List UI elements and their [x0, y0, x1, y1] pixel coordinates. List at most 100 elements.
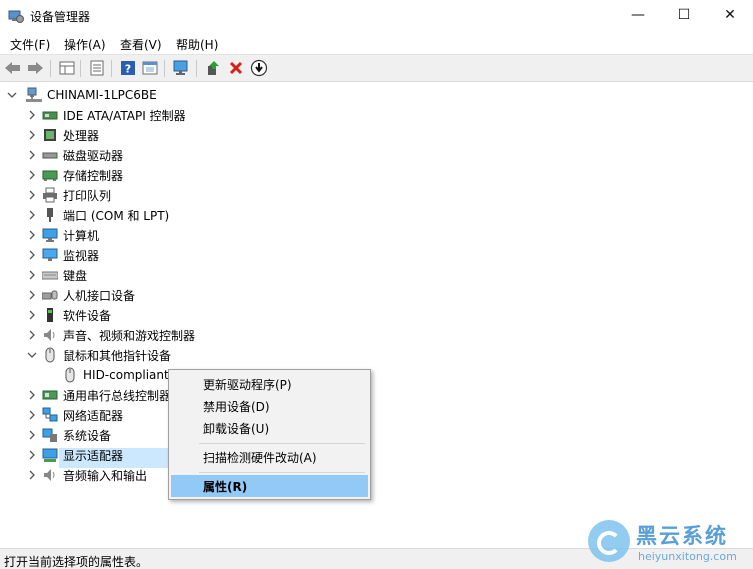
ide-controller-icon — [42, 107, 58, 123]
computer-name: CHINAMI-1LPC6BE — [47, 88, 157, 102]
tree-item-label: HID-compliant — [83, 368, 169, 382]
title-bar: 设备管理器 — ☐ ✕ — [0, 0, 753, 32]
menu-file[interactable]: 文件(F) — [10, 36, 50, 53]
storage-controller-icon — [42, 167, 58, 183]
tree-item-audio-io[interactable]: 音频输入和输出 — [26, 465, 147, 485]
tree-item-keyboard[interactable]: 键盘 — [26, 265, 87, 285]
context-menu: 更新驱动程序(P) 禁用设备(D) 卸载设备(U) 扫描检测硬件改动(A) 属性… — [168, 369, 371, 500]
tree-item-sound[interactable]: 声音、视频和游戏控制器 — [26, 325, 195, 345]
expand-chevron-icon[interactable] — [26, 265, 38, 285]
menu-item-update-driver[interactable]: 更新驱动程序(P) — [171, 373, 368, 395]
tree-item-label: 网络适配器 — [63, 408, 124, 423]
expand-chevron-icon[interactable] — [26, 445, 38, 465]
toolbar: ? — [0, 54, 753, 82]
tree-item-label: IDE ATA/ATAPI 控制器 — [63, 108, 186, 123]
menu-item-scan-hardware[interactable]: 扫描检测硬件改动(A) — [171, 446, 368, 468]
computer-network-icon — [26, 87, 42, 103]
expand-chevron-icon[interactable] — [26, 405, 38, 425]
expand-chevron-icon[interactable] — [26, 165, 38, 185]
collapse-chevron-icon[interactable] — [6, 85, 18, 105]
collapse-chevron-icon[interactable] — [26, 345, 38, 365]
tree-item-ports[interactable]: 端口 (COM 和 LPT) — [26, 205, 169, 225]
expand-chevron-icon[interactable] — [26, 285, 38, 305]
expand-chevron-icon[interactable] — [26, 205, 38, 225]
computer-icon — [42, 227, 58, 243]
watermark-logo-icon — [588, 520, 630, 562]
watermark: 黑云系统 heiyunxitong.com — [588, 518, 748, 568]
mouse-icon — [42, 347, 58, 363]
menu-view[interactable]: 查看(V) — [120, 36, 162, 53]
tree-item-processor[interactable]: 处理器 — [26, 125, 99, 145]
tree-item-usb[interactable]: 通用串行总线控制器 — [26, 385, 171, 405]
hid-icon — [42, 287, 58, 303]
tree-item-label: 监视器 — [63, 248, 100, 263]
device-tree: CHINAMI-1LPC6BE IDE ATA/ATAPI 控制器 处理器 磁盘… — [0, 83, 753, 548]
expand-chevron-icon[interactable] — [26, 225, 38, 245]
audio-io-icon — [42, 467, 58, 483]
sound-icon — [42, 327, 58, 343]
tree-item-label: 人机接口设备 — [63, 288, 136, 303]
expand-chevron-icon[interactable] — [26, 385, 38, 405]
uninstall-x-icon[interactable] — [227, 59, 245, 77]
tree-item-system-device[interactable]: 系统设备 — [26, 425, 111, 445]
processor-icon — [42, 127, 58, 143]
tree-item-label: 键盘 — [63, 268, 88, 283]
printer-icon — [42, 187, 58, 203]
network-icon — [42, 407, 58, 423]
expand-chevron-icon[interactable] — [26, 185, 38, 205]
menu-action[interactable]: 操作(A) — [64, 36, 106, 53]
help-icon[interactable]: ? — [119, 59, 137, 77]
tree-item-label: 通用串行总线控制器 — [63, 388, 172, 403]
mouse-icon — [62, 367, 78, 383]
view-list-icon[interactable] — [88, 59, 106, 77]
close-button[interactable]: ✕ — [707, 0, 753, 30]
back-arrow-icon[interactable] — [4, 59, 22, 77]
menu-help[interactable]: 帮助(H) — [176, 36, 218, 53]
tree-item-mouse[interactable]: 鼠标和其他指针设备 — [26, 345, 171, 365]
usb-icon — [42, 387, 58, 403]
minimize-button[interactable]: — — [615, 0, 661, 30]
tree-item-label: 打印队列 — [63, 188, 112, 203]
expand-chevron-icon[interactable] — [26, 305, 38, 325]
tree-item-label: 计算机 — [63, 228, 100, 243]
tree-item-software-device[interactable]: 软件设备 — [26, 305, 111, 325]
display-adapter-icon — [42, 447, 58, 463]
tree-item-print-queue[interactable]: 打印队列 — [26, 185, 111, 205]
menu-item-disable-device[interactable]: 禁用设备(D) — [171, 395, 368, 417]
tree-item-disk[interactable]: 磁盘驱动器 — [26, 145, 123, 165]
status-text: 打开当前选择项的属性表。 — [4, 555, 149, 569]
expand-chevron-icon[interactable] — [26, 145, 38, 165]
tree-item-ide[interactable]: IDE ATA/ATAPI 控制器 — [26, 105, 186, 125]
expand-chevron-icon[interactable] — [26, 125, 38, 145]
svg-text:?: ? — [125, 63, 131, 76]
menu-separator — [199, 443, 365, 444]
watermark-url: heiyunxitong.com — [638, 550, 737, 563]
expand-chevron-icon[interactable] — [26, 465, 38, 485]
disk-drive-icon — [42, 147, 58, 163]
tree-item-monitor[interactable]: 监视器 — [26, 245, 99, 265]
monitor-icon — [42, 247, 58, 263]
menu-item-properties[interactable]: 属性(R) — [171, 475, 368, 497]
menu-item-uninstall-device[interactable]: 卸载设备(U) — [171, 417, 368, 439]
maximize-button[interactable]: ☐ — [661, 0, 707, 30]
menu-separator — [199, 472, 365, 473]
tree-item-label: 显示适配器 — [63, 448, 124, 463]
expand-chevron-icon[interactable] — [26, 425, 38, 445]
tree-item-hid-compliant-mouse[interactable]: HID-compliant — [46, 365, 169, 385]
tree-item-display-adapter[interactable]: 显示适配器 — [26, 445, 123, 465]
expand-chevron-icon[interactable] — [26, 325, 38, 345]
tree-item-hid[interactable]: 人机接口设备 — [26, 285, 135, 305]
properties-icon[interactable] — [141, 59, 159, 77]
tree-item-storage[interactable]: 存储控制器 — [26, 165, 123, 185]
disable-download-icon[interactable] — [250, 59, 268, 77]
tree-item-computer[interactable]: 计算机 — [26, 225, 99, 245]
forward-arrow-icon[interactable] — [26, 59, 44, 77]
tree-item-network[interactable]: 网络适配器 — [26, 405, 123, 425]
expand-chevron-icon[interactable] — [26, 105, 38, 125]
tree-root[interactable]: CHINAMI-1LPC6BE — [6, 85, 157, 105]
menu-bar: 文件(F) 操作(A) 查看(V) 帮助(H) — [0, 32, 753, 54]
expand-chevron-icon[interactable] — [26, 245, 38, 265]
update-driver-icon[interactable] — [204, 59, 222, 77]
monitor-scan-icon[interactable] — [172, 59, 190, 77]
properties-grid-icon[interactable] — [58, 59, 76, 77]
